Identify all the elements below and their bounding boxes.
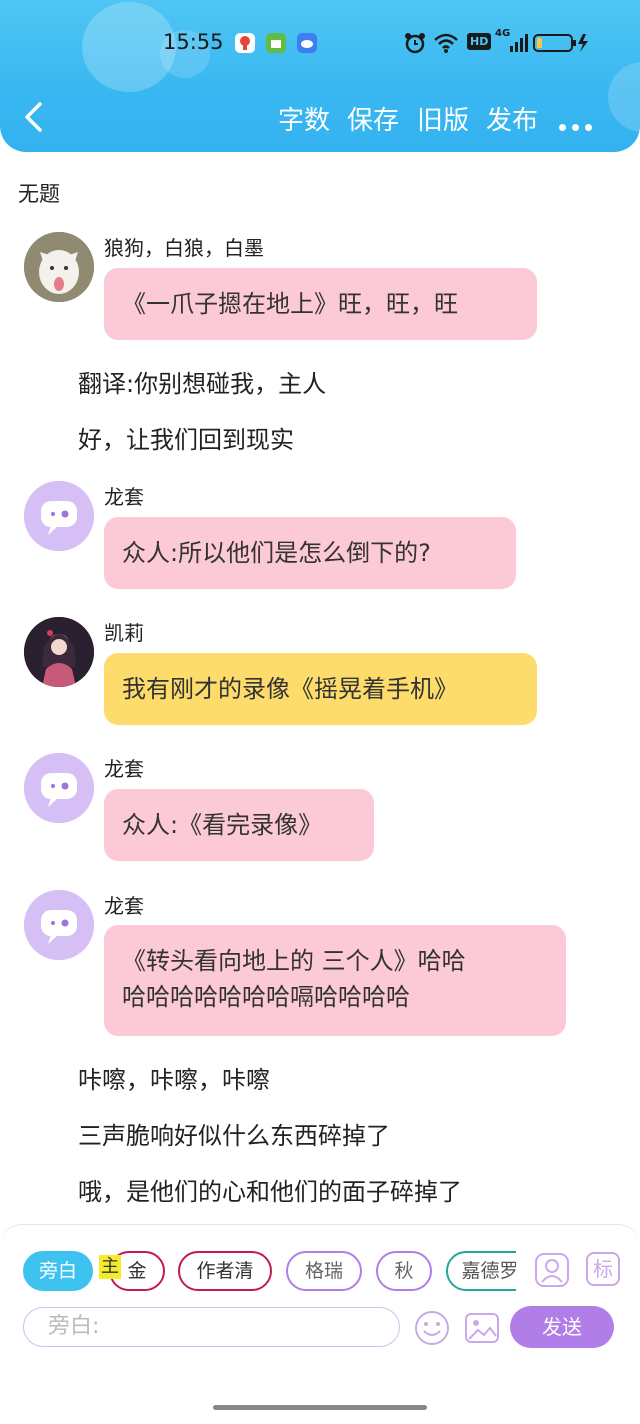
dog-avatar-icon <box>24 232 94 302</box>
character-name: 凯莉 <box>104 621 144 645</box>
chat-bubble-avatar-icon <box>24 481 94 551</box>
message-bubble[interactable]: 众人:《看完录像》 <box>104 789 374 861</box>
document-title: 无题 <box>18 182 60 206</box>
role-chip-qiu[interactable]: 秋 <box>376 1251 432 1291</box>
narration-line[interactable]: 三声脆响好似什么东西碎掉了 <box>78 1116 390 1151</box>
character-name: 龙套 <box>104 757 144 781</box>
character-name: 龙套 <box>104 485 144 509</box>
narration-line[interactable]: 哦，是他们的心和他们的面子碎掉了 <box>78 1172 462 1207</box>
role-chip-gerui[interactable]: 格瑞 <box>286 1251 362 1291</box>
narration-line[interactable]: 好，让我们回到现实 <box>78 420 294 455</box>
image-icon[interactable] <box>463 1309 501 1347</box>
emoji-icon[interactable] <box>413 1309 451 1347</box>
message-bubble[interactable]: 众人:所以他们是怎么倒下的? <box>104 517 516 589</box>
narration-line[interactable]: 翻译:你别想碰我，主人 <box>78 364 326 399</box>
message-text: 众人:所以他们是怎么倒下的? <box>122 539 431 567</box>
shopping-app-icon <box>266 33 286 53</box>
chat-bubble-avatar-icon <box>24 753 94 823</box>
role-chip-clip: 嘉德罗 <box>446 1251 516 1291</box>
role-chip-author[interactable]: 作者清 <box>178 1251 272 1291</box>
character-name: 龙套 <box>104 894 144 918</box>
message-bubble[interactable]: 我有刚才的录像《摇晃着手机》 <box>104 653 537 725</box>
hd-icon: HD <box>467 33 492 50</box>
back-icon[interactable] <box>22 102 44 132</box>
character-name: 狼狗，白狼，白墨 <box>104 236 264 260</box>
main-character-tag: 主 <box>99 1255 121 1279</box>
message-bubble[interactable]: 《一爪子摁在地上》旺，旺，旺 <box>104 268 537 340</box>
message-text: 哈哈哈哈哈哈哈嗝哈哈哈哈 <box>122 983 410 1011</box>
editor-toolbar: 字数 保存 旧版 发布 <box>0 96 640 142</box>
message-bubble[interactable]: 《转头看向地上的 三个人》哈哈 哈哈哈哈哈哈哈嗝哈哈哈哈 <box>104 925 566 1036</box>
word-count-button[interactable]: 字数 <box>278 100 330 137</box>
avatar[interactable] <box>24 232 94 302</box>
wifi-icon <box>434 33 458 53</box>
narration-line[interactable]: 咔嚓，咔嚓，咔嚓 <box>78 1060 270 1095</box>
message-input[interactable]: 旁白: <box>23 1307 400 1347</box>
message-text: 《一爪子摁在地上》旺，旺，旺 <box>122 290 458 318</box>
avatar[interactable] <box>24 481 94 551</box>
status-bar: 15:55 HD 4G <box>0 28 640 58</box>
app-header: 15:55 HD 4G 字数 保存 旧版 发布 <box>0 0 640 152</box>
chat-bubble-avatar-icon <box>24 890 94 960</box>
alarm-icon <box>405 33 425 54</box>
girl-avatar-icon <box>24 617 94 687</box>
role-chip-narration[interactable]: 旁白 <box>23 1251 93 1291</box>
old-version-button[interactable]: 旧版 <box>417 100 469 137</box>
message-text: 《转头看向地上的 三个人》哈哈 <box>122 947 466 975</box>
add-character-icon[interactable] <box>534 1252 570 1288</box>
message-text: 众人:《看完录像》 <box>122 811 323 839</box>
map-pin-app-icon <box>235 33 255 53</box>
avatar[interactable] <box>24 890 94 960</box>
message-text: 我有刚才的录像《摇晃着手机》 <box>122 675 458 703</box>
role-chip-jiade[interactable]: 嘉德罗 <box>446 1251 516 1291</box>
avatar[interactable] <box>24 753 94 823</box>
role-chip-label: 金 <box>127 1260 147 1282</box>
publish-button[interactable]: 发布 <box>486 100 538 137</box>
cloud-app-icon <box>297 33 317 53</box>
send-button[interactable]: 发送 <box>510 1306 614 1348</box>
tag-button[interactable]: 标 <box>586 1252 620 1286</box>
signal-icon <box>510 34 528 52</box>
avatar[interactable] <box>24 617 94 687</box>
more-icon[interactable] <box>559 116 598 135</box>
save-button[interactable]: 保存 <box>347 100 399 137</box>
tag-icon: 标 <box>593 1257 613 1281</box>
home-indicator[interactable] <box>213 1405 427 1410</box>
battery-icon <box>533 34 588 52</box>
status-time: 15:55 <box>163 30 224 54</box>
